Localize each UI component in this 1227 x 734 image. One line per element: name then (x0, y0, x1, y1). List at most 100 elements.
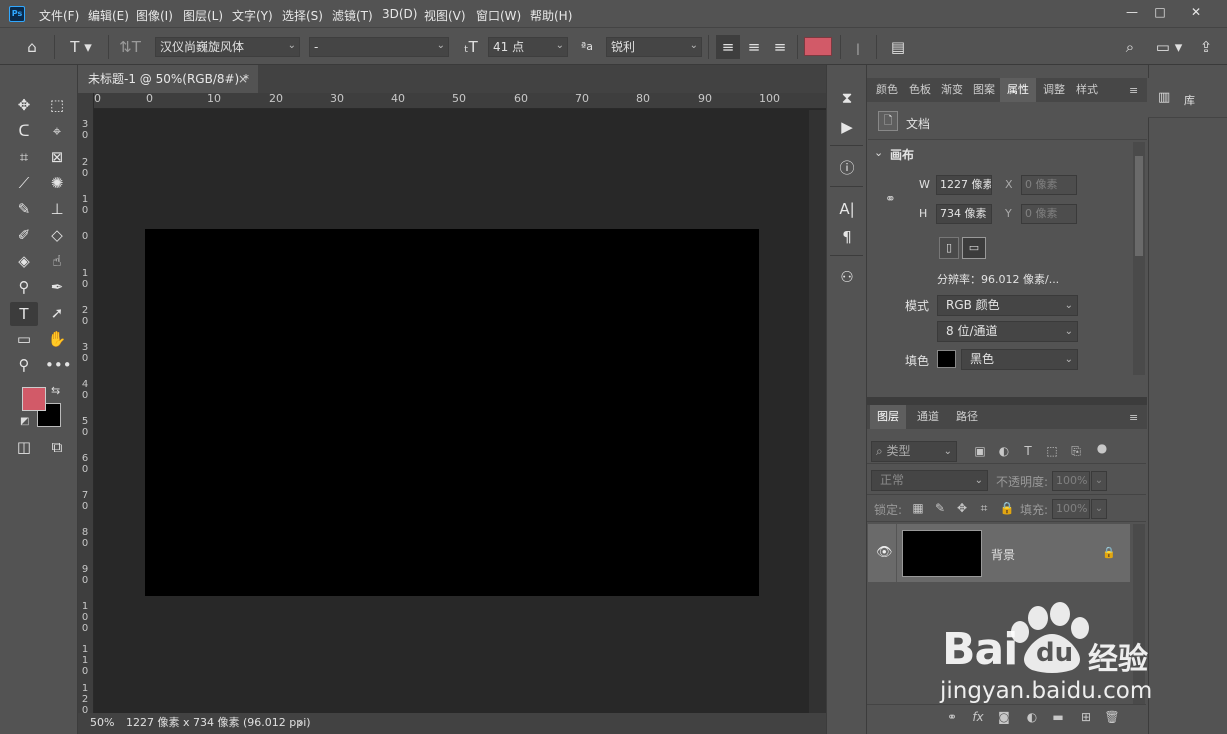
frame-tool-icon[interactable]: ⊠ (45, 146, 69, 168)
eyedropper-icon[interactable]: ⟋ (12, 172, 36, 194)
maximize-button[interactable]: □ (1147, 3, 1173, 21)
chevron-down-icon[interactable]: ⌄ (874, 146, 883, 159)
actions-panel-icon[interactable]: ▶ (835, 116, 859, 138)
tab-channels[interactable]: 通道 (910, 405, 946, 429)
new-group-icon[interactable]: ▬ (1049, 710, 1067, 724)
paragraph-panel-icon[interactable]: ¶ (835, 226, 859, 248)
default-colors-icon[interactable]: ◩ (20, 416, 29, 427)
text-orientation-icon[interactable]: ⇅T (118, 37, 142, 57)
history-brush-icon[interactable]: ✐ (12, 224, 36, 246)
clone-stamp-icon[interactable]: ⊥ (45, 198, 69, 220)
tab-paths[interactable]: 路径 (949, 405, 985, 429)
bit-depth-select[interactable]: 8 位/通道 ⌄ (937, 321, 1078, 342)
tab-swatches[interactable]: 色板 (904, 78, 936, 102)
search-icon[interactable]: ⌕ (1118, 37, 1142, 57)
tab-layers[interactable]: 图层 (870, 405, 906, 429)
fx-icon[interactable]: fx (969, 710, 987, 724)
quick-selection-icon[interactable]: ⌖ (45, 120, 69, 142)
path-selection-icon[interactable]: ➚ (45, 302, 69, 324)
x-field[interactable]: 0 像素 (1021, 175, 1077, 195)
add-mask-icon[interactable]: ◙ (995, 710, 1013, 724)
rectangle-tool-icon[interactable]: ▭ (12, 328, 36, 350)
layer-name[interactable]: 背景 (991, 546, 1015, 563)
menu-file[interactable]: 文件(F) (39, 7, 79, 24)
patch-tool-icon[interactable]: ✺ (45, 172, 69, 194)
status-menu-arrow[interactable]: › (298, 713, 302, 733)
portrait-icon[interactable]: ▯ (939, 237, 959, 259)
more-tools-icon[interactable]: ••• (45, 354, 72, 376)
workspace-icon[interactable]: ▭ ▾ (1150, 37, 1188, 57)
visibility-eye-icon[interactable]: 👁 (876, 545, 893, 560)
character-panel-icon[interactable]: A| (835, 198, 859, 220)
paint-bucket-icon[interactable]: ◈ (12, 250, 36, 272)
tab-styles[interactable]: 样式 (1070, 78, 1104, 102)
smudge-tool-icon[interactable]: ☝ (45, 250, 69, 272)
font-style-select[interactable]: - ⌄ (309, 37, 449, 57)
filter-pixel-icon[interactable]: ▣ (971, 444, 989, 458)
tab-adjustments[interactable]: 调整 (1038, 78, 1070, 102)
font-family-select[interactable]: 汉仪尚巍旋风体 ⌄ (155, 37, 300, 57)
fill-color-swatch[interactable] (937, 350, 956, 368)
swap-colors-icon[interactable]: ⇆ (51, 384, 60, 397)
zoom-level[interactable]: 50% (90, 713, 114, 733)
horizontal-ruler[interactable]: 0 0 10 20 30 40 50 60 70 80 90 100 (94, 93, 826, 109)
tab-gradients[interactable]: 渐变 (936, 78, 968, 102)
blend-mode-select[interactable]: 正常 ⌄ (871, 470, 988, 491)
menu-filter[interactable]: 滤镜(T) (332, 7, 373, 24)
filter-smartobject-icon[interactable]: ⎘ (1067, 444, 1085, 459)
brush-tool-icon[interactable]: ✎ (12, 198, 36, 220)
screen-mode-icon[interactable]: ⧉ (45, 436, 69, 458)
tab-properties[interactable]: 属性 (1000, 78, 1036, 102)
delete-layer-icon[interactable]: 🗑 (1103, 710, 1121, 724)
color-mode-select[interactable]: RGB 颜色 ⌄ (937, 295, 1078, 316)
vertical-ruler[interactable]: 3 0 2 0 1 0 0 1 0 2 0 3 0 4 0 5 0 6 0 7 … (78, 93, 94, 713)
menu-edit[interactable]: 编辑(E) (88, 7, 129, 24)
filter-shape-icon[interactable]: ⬚ (1043, 444, 1061, 458)
panel-separator[interactable] (867, 397, 1147, 405)
link-layers-icon[interactable]: ⚭ (943, 710, 961, 724)
document-tab[interactable]: 未标题-1 @ 50%(RGB/8#) * × (78, 65, 258, 93)
width-field[interactable]: 1227 像素 (936, 175, 992, 195)
share-icon[interactable]: ⇪ (1194, 37, 1218, 57)
layer-filter-select[interactable]: ⌕ 类型 ⌄ (871, 441, 957, 462)
vertical-scrollbar[interactable] (809, 110, 826, 713)
info-panel-icon[interactable]: ⓘ (835, 157, 859, 179)
menu-window[interactable]: 窗口(W) (476, 7, 521, 24)
menu-layer[interactable]: 图层(L) (183, 7, 223, 24)
align-center-icon[interactable]: ≡ (742, 37, 766, 57)
antialias-select[interactable]: 锐利 ⌄ (606, 37, 702, 57)
layer-thumbnail[interactable] (902, 530, 982, 577)
minimize-button[interactable]: — (1119, 3, 1145, 21)
lock-position-icon[interactable]: ✥ (953, 501, 971, 515)
lasso-tool-icon[interactable]: ᑕ (12, 120, 36, 142)
layers-scrollbar[interactable] (1133, 524, 1145, 704)
filter-type-icon[interactable]: T (1019, 444, 1037, 458)
opacity-field[interactable]: 100% (1052, 471, 1090, 491)
font-size-select[interactable]: 41 点 ⌄ (488, 37, 568, 57)
align-right-icon[interactable]: ≡ (768, 37, 792, 57)
glyphs-panel-icon[interactable]: ⚇ (835, 266, 859, 288)
lock-image-icon[interactable]: ✎ (931, 501, 949, 515)
filter-toggle-icon[interactable]: ● (1093, 441, 1111, 455)
adjustment-layer-icon[interactable]: ◐ (1023, 710, 1041, 724)
quick-mask-icon[interactable]: ◫ (12, 436, 36, 458)
tab-color[interactable]: 颜色 (870, 78, 904, 102)
tab-patterns[interactable]: 图案 (968, 78, 1000, 102)
lock-artboard-icon[interactable]: ⌗ (975, 501, 993, 516)
close-tab-icon[interactable]: × (238, 65, 248, 93)
crop-tool-icon[interactable]: ⌗ (12, 146, 36, 168)
close-button[interactable]: ✕ (1183, 3, 1209, 21)
menu-image[interactable]: 图像(I) (136, 7, 173, 24)
layers-menu-icon[interactable]: ≡ (1129, 411, 1138, 424)
text-color-swatch[interactable] (804, 37, 832, 56)
lock-transparent-icon[interactable]: ▦ (909, 501, 927, 515)
chevron-down-icon[interactable]: ⌄ (1091, 499, 1107, 519)
fill-select[interactable]: 黑色 ⌄ (961, 349, 1078, 370)
type-tool-icon[interactable]: T (10, 302, 38, 326)
history-panel-icon[interactable]: ⧗ (835, 87, 859, 109)
move-tool-icon[interactable]: ✥ (12, 94, 36, 116)
warp-text-icon[interactable]: ꞁ (846, 37, 870, 57)
marquee-tool-icon[interactable]: ⬚ (45, 94, 69, 116)
properties-scrollbar[interactable] (1133, 142, 1145, 375)
filter-adjustment-icon[interactable]: ◐ (995, 444, 1013, 458)
